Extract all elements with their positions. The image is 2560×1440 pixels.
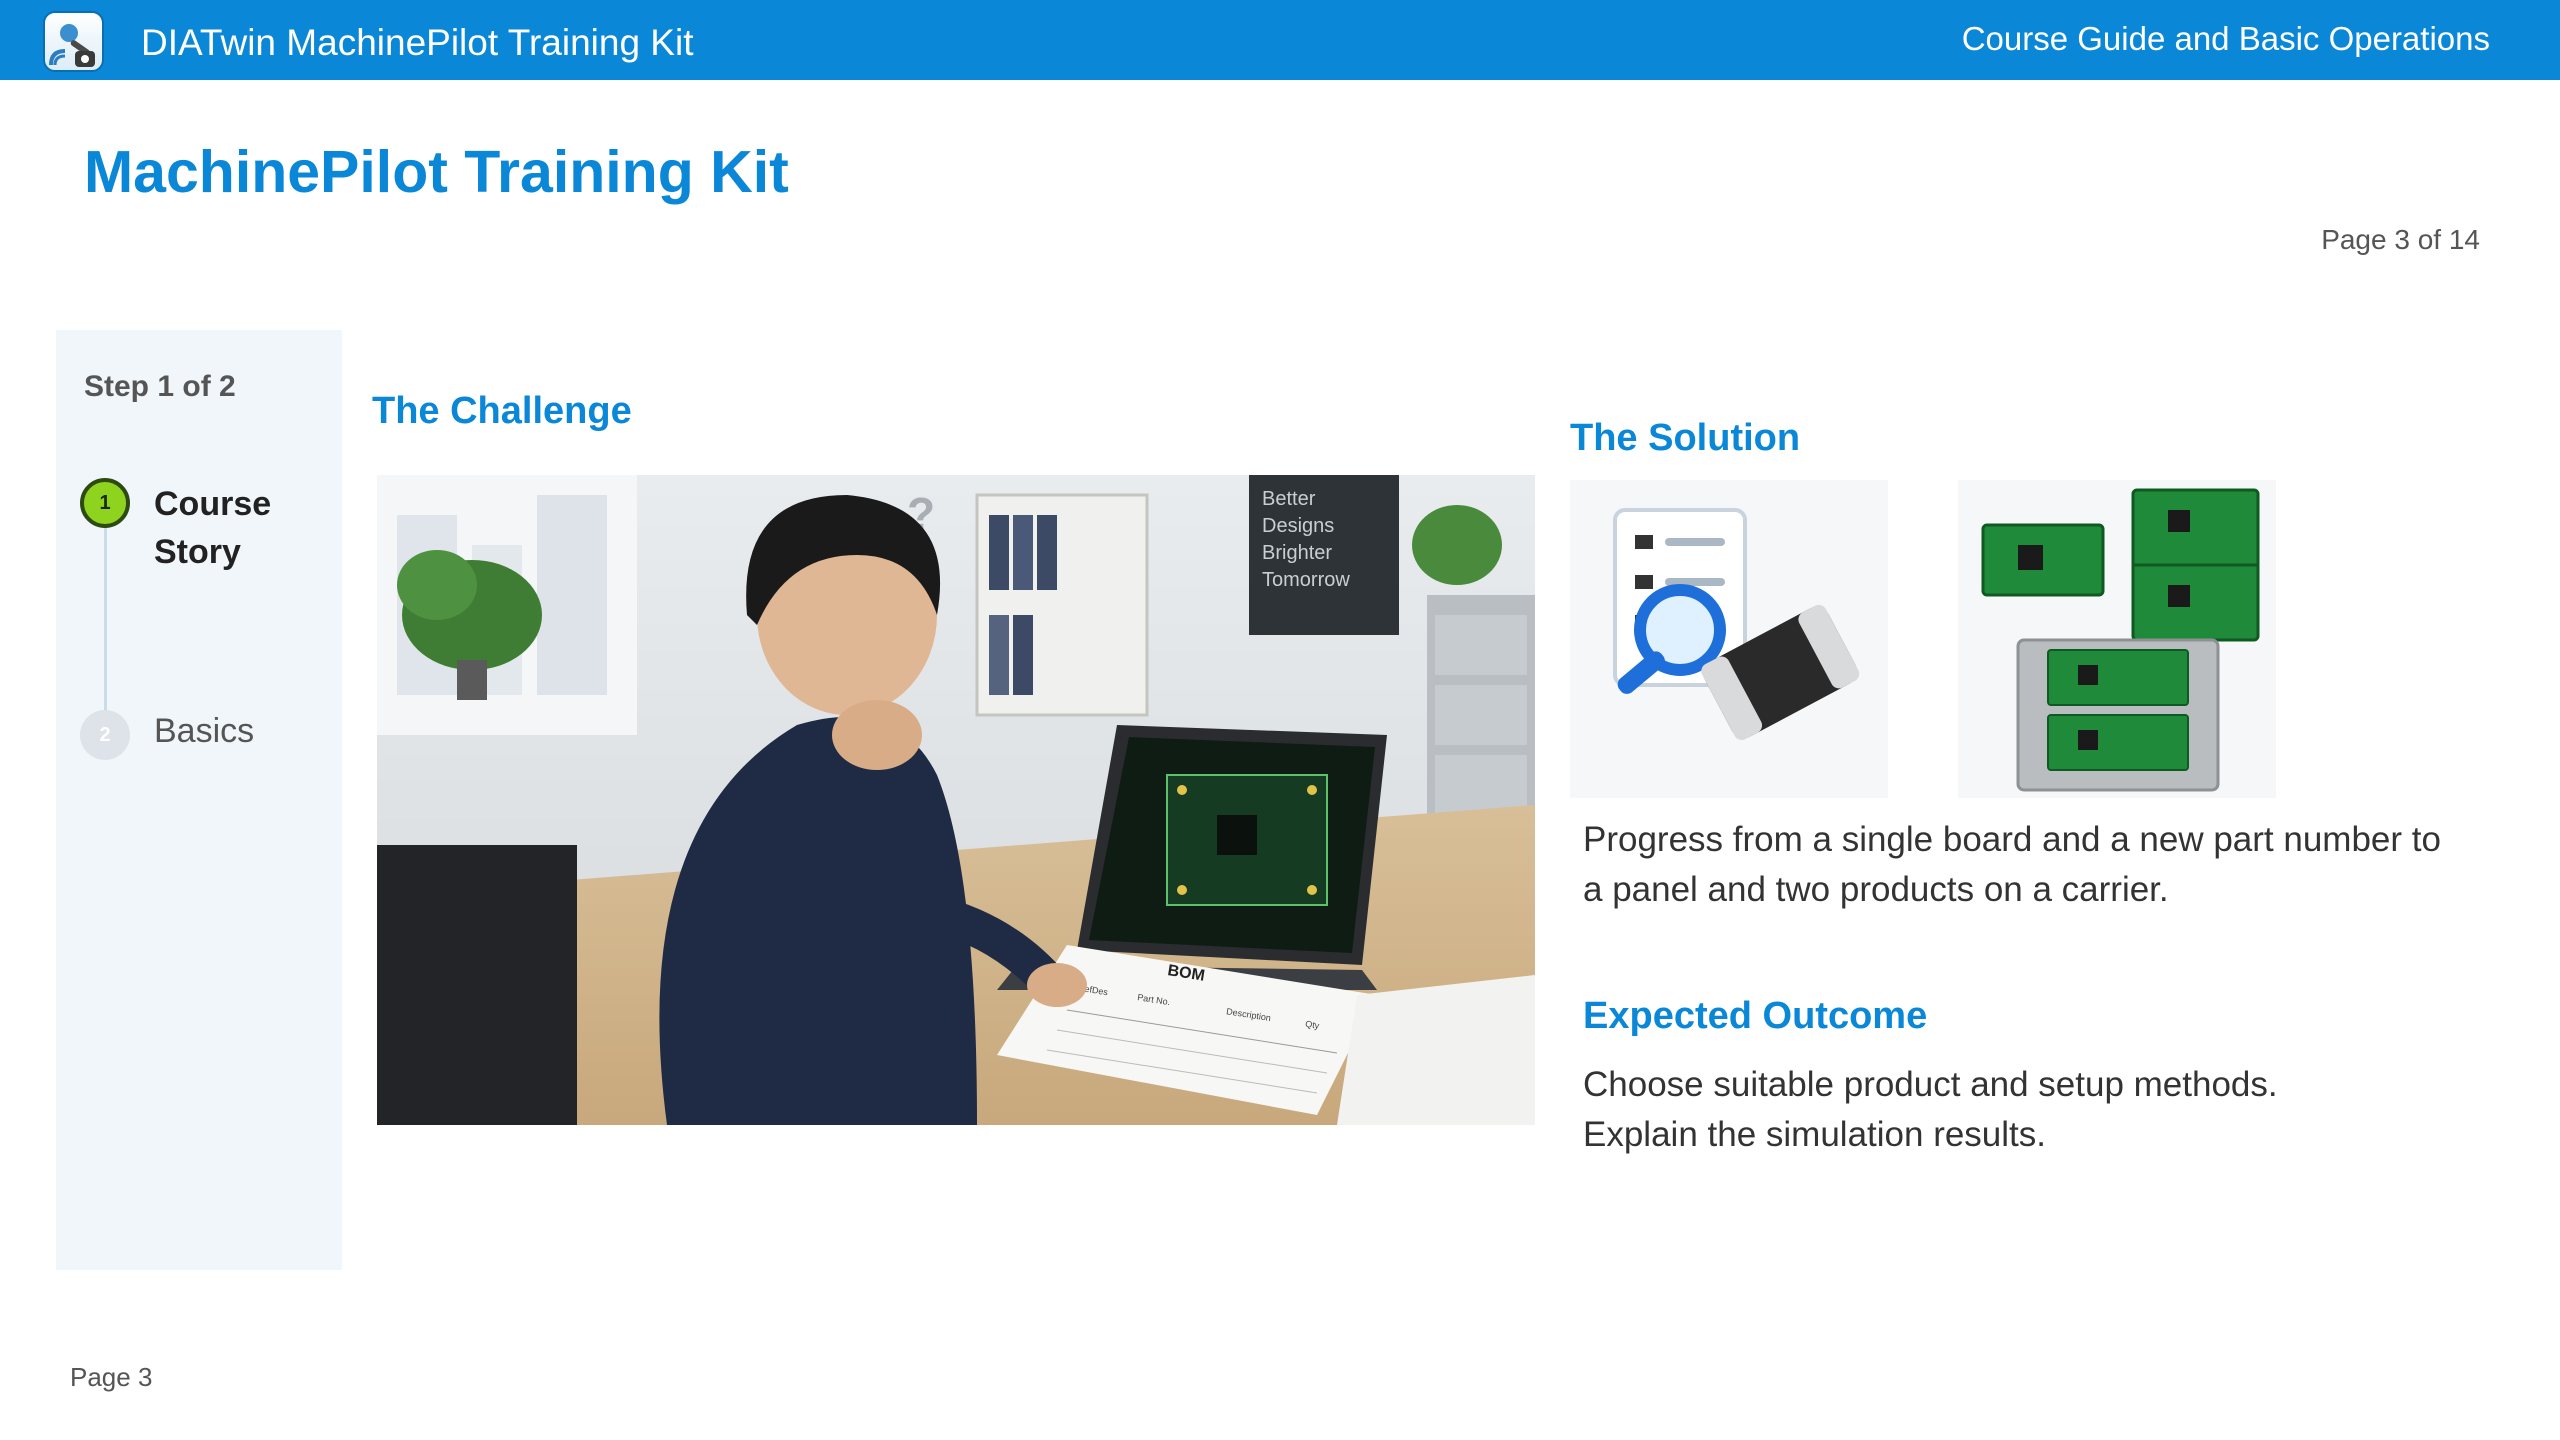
solution-heading: The Solution: [1570, 417, 1801, 459]
step-connector-line: [104, 522, 107, 734]
challenge-heading: The Challenge: [372, 390, 632, 432]
step-progress-heading: Step 1 of 2: [84, 370, 236, 403]
step-2-basics-link[interactable]: Basics: [154, 712, 254, 751]
outcome-line: Choose suitable product and setup method…: [1583, 1065, 2278, 1104]
challenge-photo: Better Designs Brighter Tomorrow ? BOM R…: [377, 475, 1535, 1125]
svg-text:Brighter: Brighter: [1262, 542, 1332, 564]
page-title: MachinePilot Training Kit: [84, 139, 789, 205]
step-1-indicator[interactable]: 1: [80, 478, 130, 528]
step-2-indicator[interactable]: 2: [80, 710, 130, 760]
step-1-course-story-link[interactable]: Course Story: [154, 480, 324, 576]
solution-description: Progress from a single board and a new p…: [1583, 820, 2441, 909]
page-counter: Page 3 of 14: [2321, 224, 2480, 255]
checklist-magnifier-icon: [1570, 480, 1888, 798]
svg-text:Tomorrow: Tomorrow: [1262, 569, 1350, 591]
pcb-panel-carrier-icon: [1958, 480, 2276, 798]
outcome-line: Explain the simulation results.: [1583, 1115, 2046, 1154]
footer-page-number: Page 3: [70, 1362, 153, 1392]
svg-text:Better: Better: [1262, 488, 1316, 510]
header-section-title: Course Guide and Basic Operations: [1961, 20, 2490, 57]
app-logo-icon: [43, 11, 104, 72]
step-navigation-panel: Step 1 of 2 1 Course Story 2 Basics: [56, 330, 342, 1270]
svg-text:Designs: Designs: [1262, 515, 1334, 537]
top-bar: DIATwin MachinePilot Training Kit Course…: [0, 0, 2560, 80]
app-title: DIATwin MachinePilot Training Kit: [141, 22, 694, 63]
expected-outcome-heading: Expected Outcome: [1583, 995, 1928, 1037]
